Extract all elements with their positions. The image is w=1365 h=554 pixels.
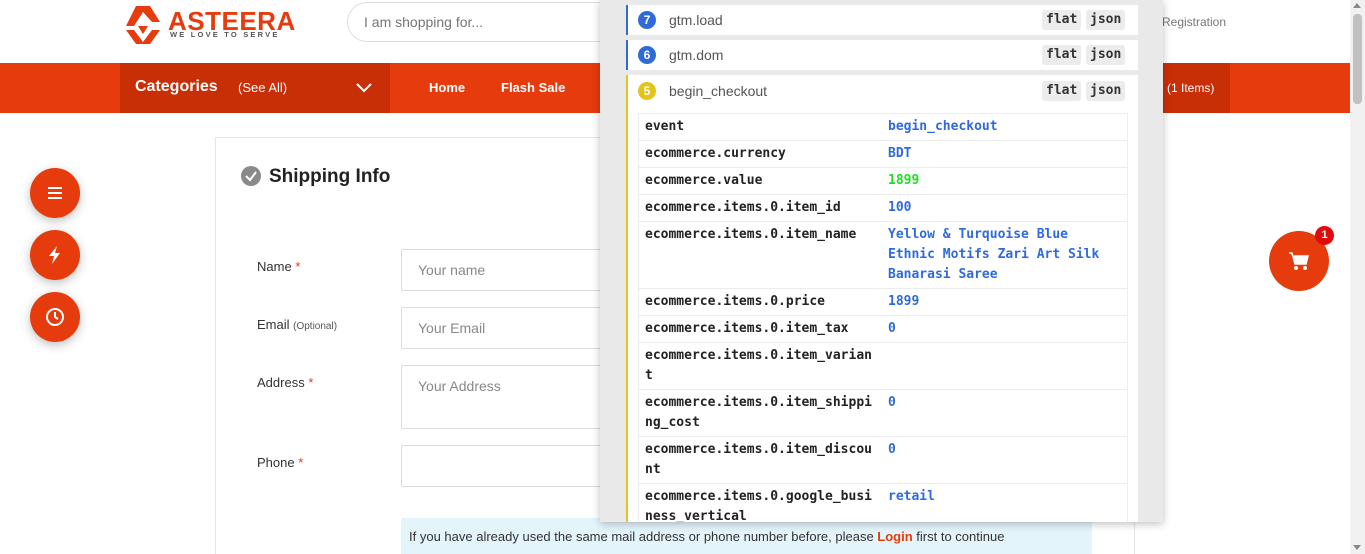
shipping-info-title: Shipping Info <box>269 166 391 187</box>
row-key: ecommerce.items.0.item_shipping_cost <box>645 395 872 430</box>
row-key: ecommerce.items.0.item_id <box>645 200 841 215</box>
table-row: event begin_checkout <box>639 114 1127 141</box>
table-row: ecommerce.items.0.item_variant <box>639 343 1127 390</box>
row-value: 1899 <box>888 294 920 309</box>
row-value: 0 <box>888 321 896 336</box>
table-row: ecommerce.items.0.google_business_vertic… <box>639 484 1127 522</box>
search-bar <box>347 2 627 42</box>
flat-button[interactable]: flat <box>1042 10 1082 30</box>
scroll-thumb[interactable] <box>1353 14 1362 104</box>
table-row: ecommerce.items.0.item_name Yellow & Turq… <box>639 222 1127 289</box>
gtm-event-load[interactable]: 7 gtm.load flat json <box>626 5 1138 35</box>
table-row: ecommerce.items.0.item_shipping_cost 0 <box>639 390 1127 437</box>
table-row: ecommerce.items.0.price 1899 <box>639 289 1127 316</box>
event-number: 7 <box>638 11 656 29</box>
chevron-down-icon <box>356 83 372 93</box>
phone-label: Phone * <box>257 455 304 470</box>
check-circle-icon <box>241 166 261 186</box>
table-row: ecommerce.items.0.item_tax 0 <box>639 316 1127 343</box>
categories-label: Categories <box>135 78 218 95</box>
json-button[interactable]: json <box>1086 81 1126 101</box>
row-key: ecommerce.items.0.item_name <box>645 227 857 242</box>
flash-sale-fab[interactable] <box>30 230 80 280</box>
nav-cart-count: (1 Items) <box>1167 81 1215 95</box>
table-row: ecommerce.currency BDT <box>639 141 1127 168</box>
row-value: begin_checkout <box>888 119 998 134</box>
page-scrollbar[interactable] <box>1350 0 1365 554</box>
logo-tagline: WE LOVE TO SERVE <box>170 30 280 39</box>
nav-flash-sale[interactable]: Flash Sale <box>501 80 565 95</box>
address-input[interactable] <box>401 365 621 429</box>
cart-icon <box>1289 252 1309 270</box>
email-label: Email (Optional) <box>257 317 338 332</box>
row-key: ecommerce.items.0.item_discount <box>645 442 872 477</box>
name-label: Name * <box>257 259 301 274</box>
gtm-datalayer-panel: 7 gtm.load flat json 6 gtm.dom flat json… <box>600 0 1163 522</box>
gtm-event-begin-checkout[interactable]: 5 begin_checkout flat json event begin_ch… <box>626 75 1138 522</box>
row-value: 100 <box>888 200 912 215</box>
json-button[interactable]: json <box>1086 10 1126 30</box>
history-fab[interactable] <box>30 292 80 342</box>
hamburger-icon <box>48 187 62 199</box>
event-name: gtm.dom <box>669 47 724 63</box>
row-key: ecommerce.value <box>645 173 763 188</box>
flat-button[interactable]: flat <box>1042 81 1082 101</box>
event-name: begin_checkout <box>669 83 768 99</box>
row-value: 0 <box>888 442 896 457</box>
scroll-down-arrow[interactable] <box>1353 545 1361 550</box>
table-row: ecommerce.items.0.item_discount 0 <box>639 437 1127 484</box>
row-value: 0 <box>888 395 896 410</box>
table-row: ecommerce.items.0.item_id 100 <box>639 195 1127 222</box>
row-value: BDT <box>888 146 912 161</box>
email-input[interactable] <box>401 307 621 349</box>
event-name: gtm.load <box>669 12 723 28</box>
event-number: 5 <box>638 82 656 100</box>
see-all-link[interactable]: (See All) <box>238 80 287 95</box>
row-value: retail <box>888 489 935 504</box>
clock-icon <box>46 308 64 326</box>
event-number: 6 <box>638 46 656 64</box>
json-button[interactable]: json <box>1086 45 1126 65</box>
lightning-icon <box>49 246 60 264</box>
site-logo[interactable]: ASTEERA WE LOVE TO SERVE <box>122 4 295 44</box>
row-key: ecommerce.items.0.item_variant <box>645 348 872 383</box>
name-input[interactable] <box>401 249 621 291</box>
scroll-up-arrow[interactable] <box>1353 3 1361 8</box>
login-link[interactable]: Login <box>877 529 912 544</box>
row-key: event <box>645 119 685 134</box>
row-key: ecommerce.items.0.google_business_vertic… <box>645 489 872 522</box>
search-input[interactable] <box>364 14 604 30</box>
flat-button[interactable]: flat <box>1042 45 1082 65</box>
event-key-value-table: event begin_checkout ecommerce.currency BD… <box>638 113 1128 522</box>
row-value: 1899 <box>888 173 920 188</box>
categories-dropdown[interactable]: Categories (See All) <box>120 63 390 113</box>
row-value <box>882 343 1127 389</box>
row-key: ecommerce.items.0.price <box>645 294 826 309</box>
logo-mark-icon <box>126 6 160 44</box>
menu-fab[interactable] <box>30 168 80 218</box>
address-label: Address * <box>257 375 314 390</box>
gtm-event-dom[interactable]: 6 gtm.dom flat json <box>626 40 1138 70</box>
row-value: Yellow & Turquoise Blue Ethnic Motifs Za… <box>888 227 1100 282</box>
phone-input[interactable] <box>401 445 621 487</box>
row-key: ecommerce.currency <box>645 146 786 161</box>
table-row: ecommerce.value 1899 <box>639 168 1127 195</box>
row-key: ecommerce.items.0.item_tax <box>645 321 849 336</box>
cart-badge: 1 <box>1315 226 1334 245</box>
login-notice: If you have already used the same mail a… <box>401 518 1092 554</box>
registration-link[interactable]: Registration <box>1162 15 1226 29</box>
nav-home[interactable]: Home <box>429 80 465 95</box>
